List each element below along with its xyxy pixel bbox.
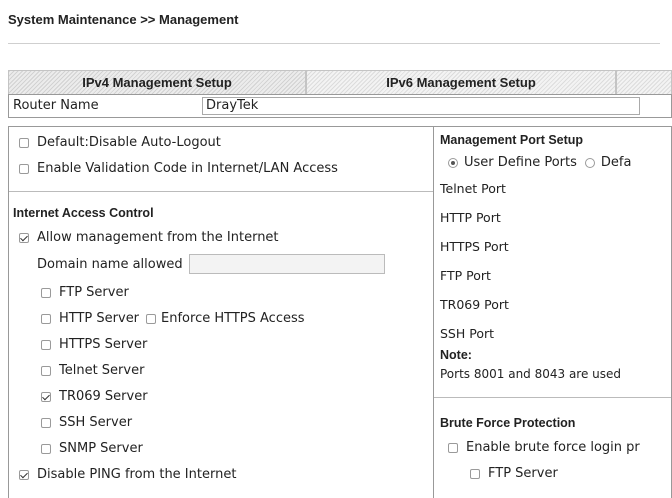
left-panel: Default:Disable Auto-Logout Enable Valid… [8, 126, 434, 498]
telnet-server-label: Telnet Server [59, 363, 145, 378]
domain-name-label: Domain name allowed [37, 256, 183, 272]
domain-name-row: Domain name allowed [37, 254, 385, 274]
router-name-label: Router Name [13, 98, 99, 113]
disable-ping-checkbox[interactable] [19, 469, 29, 480]
ftp-server-label: FTP Server [59, 285, 129, 300]
allow-management-row[interactable]: Allow management from the Internet [19, 230, 279, 245]
bf-ftp-server-label: FTP Server [488, 466, 558, 481]
default-ports-label: Defa [600, 155, 632, 170]
http-server-label: HTTP Server [59, 311, 140, 326]
validation-code-label: Enable Validation Code in Internet/LAN A… [37, 161, 338, 176]
router-name-row: Router Name DrayTek [8, 94, 672, 118]
allow-management-label: Allow management from the Internet [37, 230, 279, 245]
internet-access-control-title: Internet Access Control [13, 206, 154, 220]
tr069-port-label: TR069 Port [440, 297, 509, 312]
http-server-checkbox[interactable] [41, 313, 51, 324]
user-define-ports-radio[interactable] [448, 157, 458, 168]
telnet-server-checkbox[interactable] [41, 365, 51, 376]
snmp-server-label: SNMP Server [59, 441, 143, 456]
router-name-input[interactable]: DrayTek [202, 97, 640, 115]
enable-brute-force-checkbox[interactable] [448, 442, 458, 453]
disable-auto-logout-row[interactable]: Default:Disable Auto-Logout [19, 135, 221, 150]
breadcrumb: System Maintenance >> Management [8, 12, 239, 27]
allow-management-checkbox[interactable] [19, 232, 29, 243]
ssh-port-label: SSH Port [440, 326, 495, 341]
server-http-row[interactable]: HTTP Server Enforce HTTPS Access [41, 311, 305, 326]
server-https-row[interactable]: HTTPS Server [41, 337, 147, 352]
ftp-port-label: FTP Port [440, 268, 491, 283]
bf-ftp-server-row[interactable]: FTP Server [470, 466, 558, 481]
enforce-https-label: Enforce HTTPS Access [161, 311, 305, 326]
note-title: Note: [440, 348, 472, 362]
right-divider [434, 397, 671, 398]
right-panel: Management Port Setup User Define Ports … [434, 126, 672, 498]
ssh-server-checkbox[interactable] [41, 417, 51, 428]
ftp-server-checkbox[interactable] [41, 287, 51, 298]
server-tr069-row[interactable]: TR069 Server [41, 389, 148, 404]
server-snmp-row[interactable]: SNMP Server [41, 441, 143, 456]
user-define-ports-label: User Define Ports [464, 155, 577, 170]
snmp-server-checkbox[interactable] [41, 443, 51, 454]
domain-name-input[interactable] [188, 254, 385, 274]
bf-ftp-server-checkbox[interactable] [470, 468, 480, 479]
enable-brute-force-row[interactable]: Enable brute force login pr [448, 440, 640, 455]
tab-bar-filler [616, 70, 672, 94]
tab-ipv6-management[interactable]: IPv6 Management Setup [306, 70, 616, 94]
enable-brute-force-label: Enable brute force login pr [466, 440, 640, 455]
brute-force-protection-title: Brute Force Protection [440, 416, 576, 430]
note-text: Ports 8001 and 8043 are used [440, 367, 622, 381]
server-telnet-row[interactable]: Telnet Server [41, 363, 144, 378]
http-port-label: HTTP Port [440, 210, 501, 225]
server-ftp-row[interactable]: FTP Server [41, 285, 129, 300]
server-ssh-row[interactable]: SSH Server [41, 415, 132, 430]
disable-auto-logout-label: Default:Disable Auto-Logout [37, 135, 221, 150]
header-divider [8, 43, 660, 44]
https-server-checkbox[interactable] [41, 339, 51, 350]
tab-bar: IPv4 Management Setup IPv6 Management Se… [8, 70, 672, 94]
disable-ping-row[interactable]: Disable PING from the Internet [19, 467, 236, 482]
validation-code-checkbox[interactable] [19, 163, 29, 174]
telnet-port-label: Telnet Port [440, 181, 506, 196]
enforce-https-checkbox[interactable] [146, 313, 157, 324]
disable-ping-label: Disable PING from the Internet [37, 467, 237, 482]
disable-auto-logout-checkbox[interactable] [19, 137, 29, 148]
tr069-server-checkbox[interactable] [41, 391, 51, 402]
validation-code-row[interactable]: Enable Validation Code in Internet/LAN A… [19, 161, 338, 176]
tr069-server-label: TR069 Server [59, 389, 148, 404]
left-divider [9, 191, 433, 192]
ssh-server-label: SSH Server [59, 415, 133, 430]
https-port-label: HTTPS Port [440, 239, 509, 254]
management-port-setup-title: Management Port Setup [440, 133, 584, 147]
tab-ipv4-management[interactable]: IPv4 Management Setup [8, 70, 306, 94]
https-server-label: HTTPS Server [59, 337, 148, 352]
default-ports-radio[interactable] [584, 157, 595, 168]
port-mode-row: User Define Ports Defa [448, 155, 631, 170]
